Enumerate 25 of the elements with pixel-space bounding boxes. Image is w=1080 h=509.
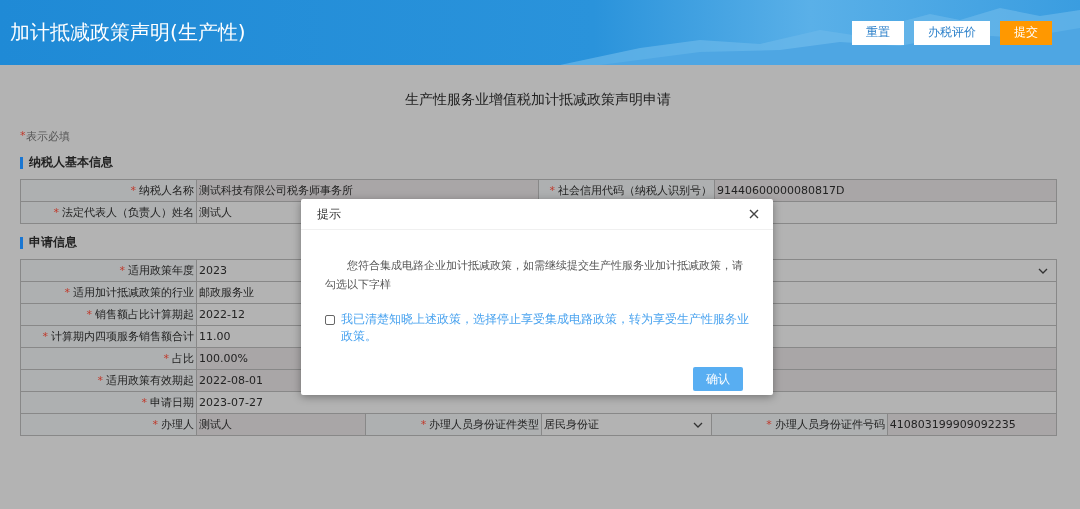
field-value: 测试人 [197,414,367,436]
field-label: * 办理人 [21,414,197,436]
field-label: * 适用政策有效期起 [21,370,197,392]
field-label: * 销售额占比计算期起 [21,304,197,326]
form-title: 生产性服务业增值税加计抵减政策声明申请 [404,90,672,109]
field-label: * 适用政策年度 [21,260,197,282]
dialog-message: 您符合集成电路企业加计抵减政策，如需继续提交生产性服务业加计抵减政策，请勾选以下字样 [325,258,744,293]
field-value: 测试科技有限公司税务师事务所 [197,180,539,202]
required-note: 表示必填 [25,129,70,144]
field-label: * 适用加计抵减政策的行业 [21,282,197,304]
field-label: * 纳税人名称 [21,180,197,202]
dialog-title: 提示 [317,205,341,223]
field-value: 410803199909092235 [887,414,1057,436]
field-label: * 计算期内四项服务销售额合计 [21,326,197,348]
required-mark: * [20,129,26,144]
field-label: * 法定代表人（负责人）姓名 [21,202,197,224]
field-label: * 申请日期 [21,392,197,414]
page-title: 加计抵减政策声明(生产性) [10,19,246,46]
field-label: * 办理人员身份证件类型 [366,414,543,436]
field-label: * 办理人员身份证件号码 [711,414,888,436]
field-label: * 占比 [21,348,197,370]
field-label: * 社会信用代码（纳税人识别号） [539,180,715,202]
section-title: 申请信息 [29,234,77,251]
field-value: 91440600000080817D [715,180,1057,202]
section-title: 纳税人基本信息 [29,154,113,171]
